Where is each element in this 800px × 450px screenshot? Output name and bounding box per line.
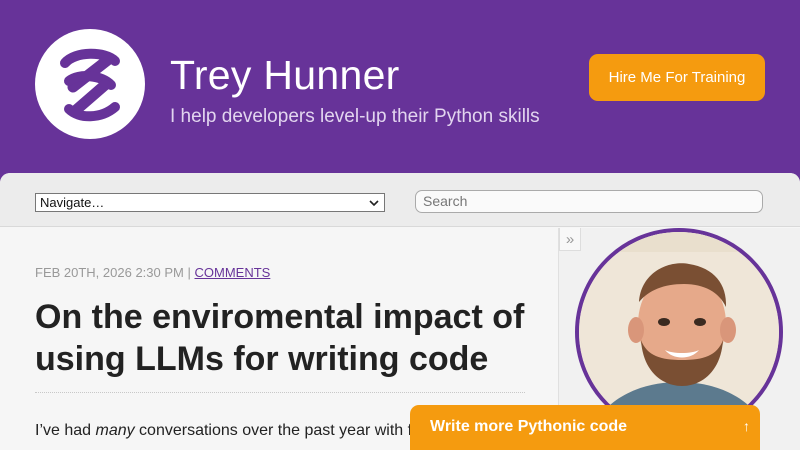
body-rest: conversations over the past year with fr — [134, 422, 415, 439]
site-subtitle: I help developers level-up their Python … — [170, 106, 540, 127]
post-title[interactable]: On the enviromental impact of using LLMs… — [35, 296, 535, 380]
body-start: I’ve had — [35, 422, 96, 439]
meta-separator: | — [187, 265, 191, 280]
site-header: Trey Hunner I help developers level-up t… — [0, 0, 800, 173]
banner-label: Write more Pythonic code — [430, 418, 628, 435]
collapse-sidebar-button[interactable]: » — [559, 228, 581, 251]
chevron-down-icon — [369, 195, 379, 212]
divider — [35, 392, 525, 393]
post-body: I’ve had many conversations over the pas… — [35, 418, 415, 444]
pythonic-code-banner[interactable]: Write more Pythonic code ↑ — [410, 405, 760, 450]
comments-link[interactable]: COMMENTS — [195, 265, 271, 280]
author-photo — [579, 232, 779, 432]
navigate-select[interactable]: Navigate… — [35, 193, 385, 212]
site-logo[interactable] — [35, 29, 145, 139]
logo-icon — [60, 48, 120, 122]
body-emphasis: many — [95, 422, 135, 439]
site-title[interactable]: Trey Hunner — [170, 52, 400, 99]
arrow-up-icon: ↑ — [743, 418, 750, 434]
post-meta: FEB 20TH, 2026 2:30 PM | COMMENTS — [35, 265, 270, 280]
navbar: Navigate… Search — [0, 173, 800, 227]
navigate-select-value: Navigate… — [40, 195, 105, 210]
search-input[interactable]: Search — [415, 190, 763, 213]
post-date: FEB 20TH, 2026 2:30 PM — [35, 265, 184, 280]
hire-me-button[interactable]: Hire Me For Training — [589, 54, 765, 101]
